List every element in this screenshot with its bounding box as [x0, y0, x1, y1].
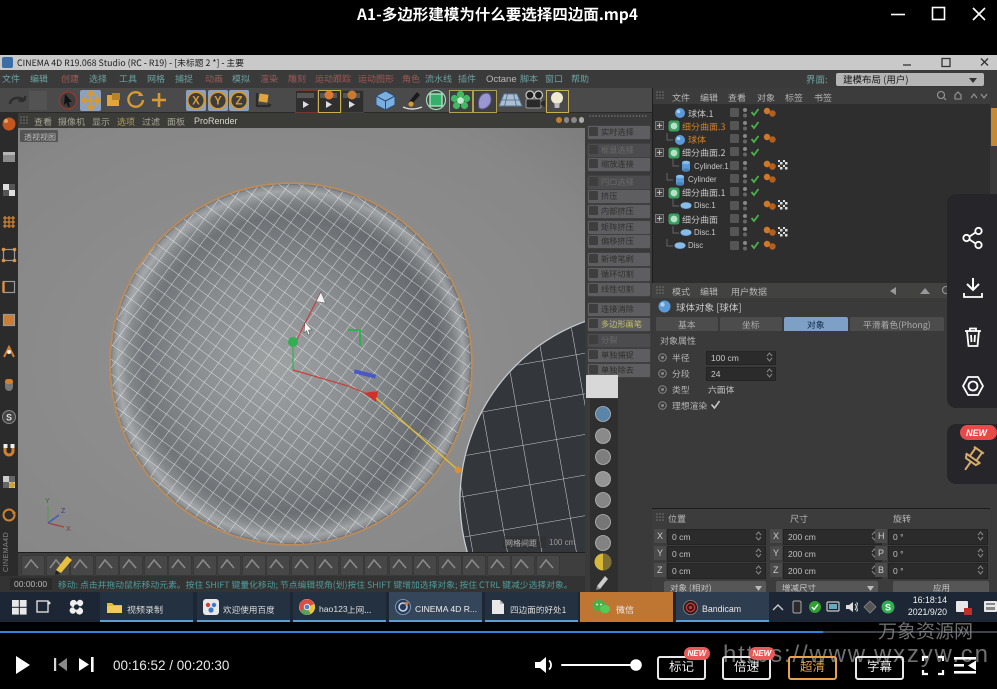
svg-text:S: S	[6, 413, 12, 423]
svg-text:Y: Y	[45, 498, 50, 505]
svg-text:S: S	[885, 603, 891, 613]
svg-text:X: X	[66, 526, 71, 533]
svg-text:X: X	[192, 96, 200, 108]
svg-text:Y: Y	[214, 96, 222, 108]
svg-text:Z: Z	[235, 96, 242, 108]
svg-text:Z: Z	[61, 508, 66, 515]
